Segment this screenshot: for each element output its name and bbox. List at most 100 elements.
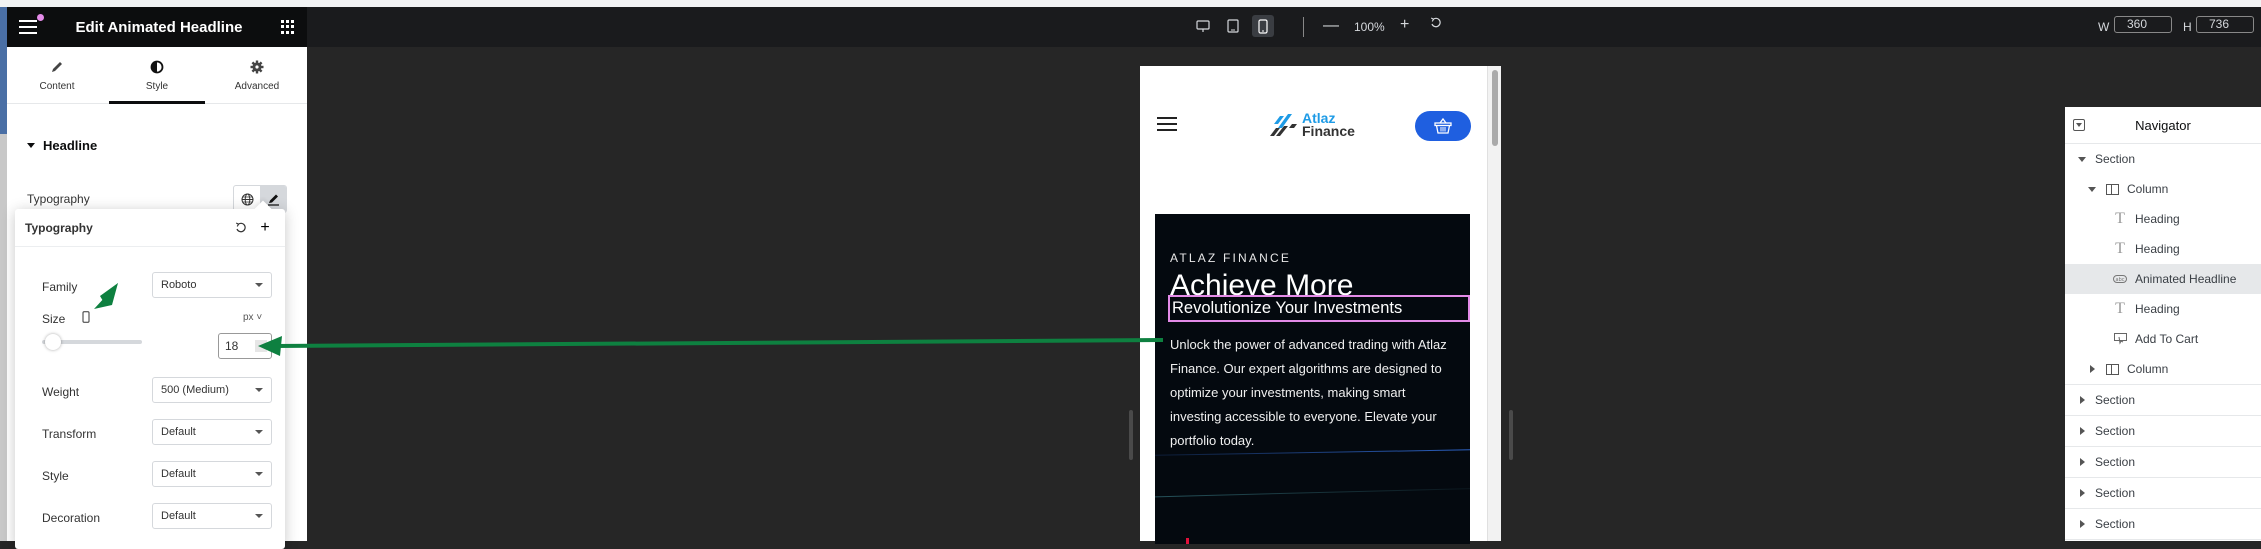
tab-label: Advanced (234, 80, 280, 92)
heading-icon: T (2115, 240, 2125, 257)
nav-item-heading[interactable]: T Heading (2065, 204, 2261, 234)
family-select[interactable]: Roboto (152, 272, 272, 298)
collapse-all-icon[interactable] (2073, 119, 2085, 131)
animated-headline-icon: abc (2113, 275, 2127, 283)
weight-value: 500 (Medium) (161, 384, 229, 396)
transform-label: Transform (42, 427, 97, 441)
decoration-select[interactable]: Default (152, 503, 272, 529)
dropdown-arrow-icon (255, 430, 263, 434)
pencil-icon (267, 194, 279, 206)
slider-thumb[interactable] (45, 334, 61, 350)
size-slider[interactable] (42, 334, 142, 350)
globe-icon (241, 193, 253, 205)
size-label: Size (42, 312, 66, 326)
hero-paragraph: Unlock the power of advanced trading wit… (1170, 337, 1447, 448)
site-logo[interactable]: Atlaz Finance (1268, 110, 1355, 139)
nav-item-column[interactable]: Column (2065, 174, 2261, 204)
site-menu-icon[interactable] (1157, 117, 1177, 131)
height-input[interactable]: 736 (2196, 16, 2254, 33)
device-switcher (1192, 15, 1274, 37)
zoom-level: 100% (1354, 20, 1385, 34)
nav-item-section[interactable]: Section (2065, 509, 2261, 540)
dropdown-arrow-icon (255, 283, 263, 287)
zoom-out-button[interactable]: — (1323, 17, 1339, 35)
nav-item-add-to-cart[interactable]: Add To Cart (2065, 324, 2261, 354)
tab-label: Style (145, 80, 169, 92)
plus-icon[interactable]: + (255, 218, 275, 238)
navigator-header: Navigator (2065, 107, 2261, 144)
desktop-view-button[interactable] (1192, 15, 1214, 37)
style-label: Style (42, 469, 69, 483)
section-toggle-headline[interactable]: Headline (27, 138, 97, 153)
size-unit-select[interactable]: px ˅ (243, 312, 262, 323)
dropdown-arrow-icon (255, 514, 263, 518)
weight-select[interactable]: 500 (Medium) (152, 377, 272, 403)
resize-handle-left[interactable] (1129, 410, 1133, 460)
caret-down-icon (2088, 186, 2096, 192)
transform-value: Default (161, 426, 196, 438)
size-input[interactable]: 18 (218, 333, 272, 359)
column-icon (2105, 183, 2119, 195)
animated-headline-selected[interactable]: Revolutionize Your Investments (1168, 295, 1470, 322)
nav-item-section[interactable]: Section (2065, 447, 2261, 478)
panel-header: Edit Animated Headline (7, 7, 307, 47)
hero-section: ATLAZ FINANCE Achieve More Revolutionize… (1155, 214, 1470, 544)
nav-item-animated-headline[interactable]: abc Animated Headline (2065, 264, 2261, 294)
widgets-grid-icon[interactable] (280, 20, 295, 34)
mobile-device-icon[interactable] (82, 310, 90, 328)
nav-item-heading[interactable]: T Heading (2065, 294, 2261, 324)
dropdown-arrow-icon (255, 472, 263, 476)
tab-advanced[interactable]: Advanced (207, 47, 307, 103)
nav-item-section[interactable]: Section (2065, 416, 2261, 447)
family-label: Family (42, 280, 78, 294)
svg-text:abc: abc (2116, 277, 2125, 283)
nav-item-column[interactable]: Column (2065, 354, 2261, 385)
zoom-reset-button[interactable] (1430, 16, 1442, 32)
navigator-title: Navigator (2135, 117, 2191, 133)
transform-select[interactable]: Default (152, 419, 272, 445)
style-value: Default (161, 468, 196, 480)
height-label: H (2183, 20, 2192, 34)
column-icon (2105, 363, 2119, 375)
family-value: Roboto (161, 279, 197, 291)
nav-item-section[interactable]: Section (2065, 385, 2261, 416)
caret-right-icon (2079, 520, 2085, 528)
tab-style[interactable]: Style (107, 47, 207, 104)
resize-handle-right[interactable] (1509, 410, 1513, 460)
menu-icon[interactable] (19, 14, 44, 34)
preview-scrollbar[interactable] (1487, 66, 1501, 541)
nav-item-heading[interactable]: T Heading (2065, 234, 2261, 264)
top-toolbar: — 100% + W 360 H 736 (307, 7, 2261, 47)
section-title: Headline (43, 138, 98, 153)
caret-down-icon (27, 143, 35, 148)
mobile-view-button[interactable] (1252, 15, 1274, 37)
tab-label: Content (39, 80, 75, 92)
panel-title: Edit Animated Headline (75, 18, 243, 36)
browser-top-strip (0, 0, 2261, 7)
navigator-panel: Navigator Section Column T Heading T Headi… (2065, 107, 2261, 541)
caret-right-icon (2089, 365, 2095, 373)
typography-popover: Typography + Family Roboto Size px ˅ 18 … (15, 209, 285, 549)
style-select[interactable]: Default (152, 461, 272, 487)
nav-item-section[interactable]: Section (2065, 144, 2261, 174)
nav-item-section[interactable]: Section (2065, 478, 2261, 509)
pencil-icon (49, 59, 65, 75)
heading-icon: T (2115, 210, 2125, 227)
caret-right-icon (2079, 489, 2085, 497)
width-input[interactable]: 360 (2114, 16, 2172, 33)
decorative-dot (1186, 538, 1189, 544)
tab-content[interactable]: Content (7, 47, 107, 103)
zoom-in-button[interactable]: + (1400, 16, 1409, 34)
spinner-icon[interactable] (255, 340, 267, 352)
notification-dot (37, 14, 44, 21)
typography-label: Typography (27, 192, 90, 206)
cart-button[interactable] (1415, 111, 1471, 141)
tablet-view-button[interactable] (1222, 15, 1244, 37)
reset-icon[interactable] (231, 218, 251, 238)
logo-text: Atlaz Finance (1302, 110, 1355, 139)
decorative-line (1155, 487, 1470, 498)
logo-mark-icon (1270, 114, 1297, 136)
panel-tabs: Content Style Advanced (7, 47, 307, 104)
dropdown-arrow-icon (255, 388, 263, 392)
caret-right-icon (2079, 427, 2085, 435)
